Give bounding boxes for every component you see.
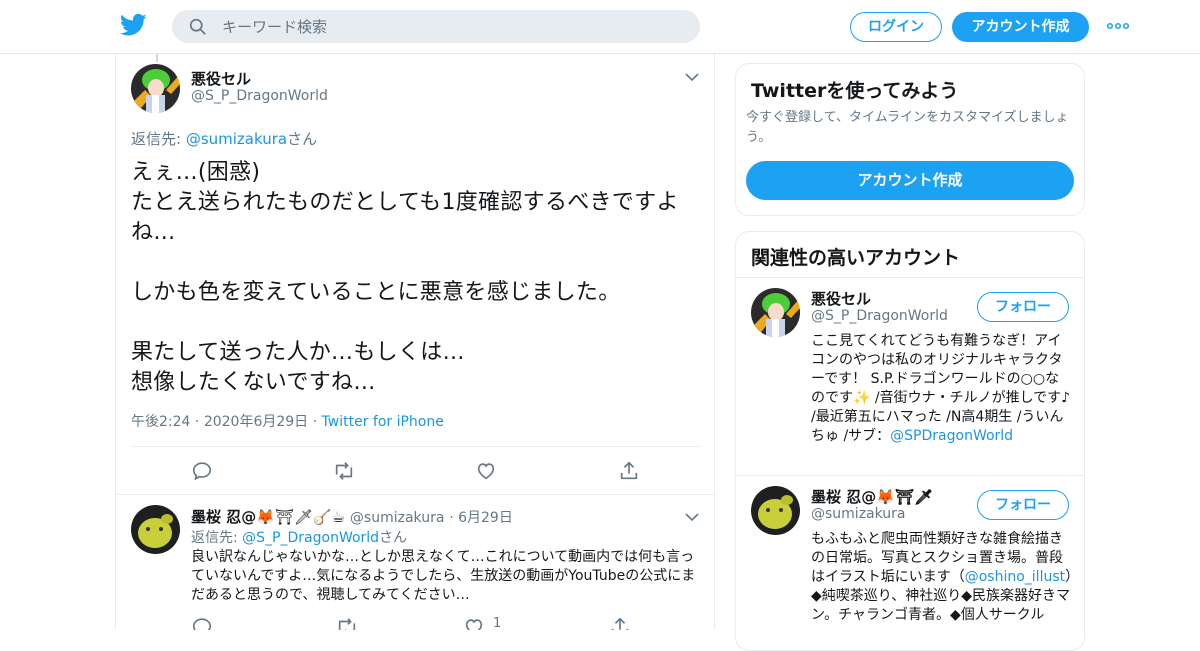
reply-date[interactable]: 6月29日 xyxy=(458,510,513,526)
divider xyxy=(131,446,701,447)
search-input[interactable] xyxy=(222,10,682,43)
tweet-meta: 午後2:24 · 2020年6月29日 · Twitter for iPhone xyxy=(131,414,444,430)
like-icon[interactable] xyxy=(463,616,485,630)
promo-description: 今すぐ登録して、タイムラインをカスタマイズしましょう。 xyxy=(746,110,1069,145)
reply-to-link[interactable]: @sumizakura xyxy=(186,130,287,148)
avatar[interactable] xyxy=(751,486,800,535)
account-bio: ここ見てくれてどうも有難うなぎ！アイコンのやつは私のオリジナルキャラクターです！… xyxy=(811,332,1073,446)
reply-icon[interactable] xyxy=(191,460,213,482)
account-name[interactable]: 墨桜 忍@🦊⛩🗡 xyxy=(811,486,933,507)
twitter-bird-icon[interactable] xyxy=(120,13,147,37)
reply-icon[interactable] xyxy=(191,616,213,630)
tweet-source-link[interactable]: Twitter for iPhone xyxy=(322,414,444,430)
signup-button[interactable]: アカウント作成 xyxy=(952,12,1089,42)
signup-promo-card: Twitterを使ってみよう 今すぐ登録して、タイムラインをカスタマイズしましょ… xyxy=(735,63,1085,216)
reply-actions: 1 xyxy=(191,616,651,630)
search-icon xyxy=(189,18,206,35)
bio-link[interactable]: @SPDragonWorld xyxy=(890,428,1013,444)
more-icon[interactable] xyxy=(1107,21,1129,31)
search-box[interactable] xyxy=(172,10,700,43)
follow-button[interactable]: フォロー xyxy=(977,490,1069,520)
like-count: 1 xyxy=(493,616,502,630)
sparkles-emoji: ✨ xyxy=(853,390,871,406)
reply-author-handle[interactable]: @sumizakura xyxy=(350,510,445,526)
retweet-icon[interactable] xyxy=(333,460,355,482)
reply-text: 良い訳なんじゃないかな…としか思えなくて…これについて動画内では何も言っていない… xyxy=(191,549,696,603)
related-accounts-card: 関連性の高いアカウント 悪役セル @S_P_DragonWorld フォロー こ… xyxy=(735,231,1085,651)
avatar[interactable] xyxy=(751,288,800,337)
reply-author-name[interactable]: 墨桜 忍@ xyxy=(191,508,256,526)
reply-suffix: さん xyxy=(287,130,318,148)
related-account[interactable]: 墨桜 忍@🦊⛩🗡 @sumizakura フォロー もふもふと爬虫両性類好きな雑… xyxy=(736,476,1084,650)
tweet-time[interactable]: 午後2:24 xyxy=(131,414,190,430)
timeline-column: 悪役セル @S_P_DragonWorld 返信先: @sumizakuraさん… xyxy=(115,54,715,630)
reply-context: 返信先: @sumizakuraさん xyxy=(131,128,317,149)
chevron-down-icon[interactable] xyxy=(685,512,699,522)
reply-suffix: さん xyxy=(379,530,408,546)
account-handle[interactable]: @sumizakura xyxy=(811,506,906,522)
follow-button[interactable]: フォロー xyxy=(977,292,1069,322)
reply-prefix: 返信先: xyxy=(191,530,243,546)
promo-title: Twitterを使ってみよう xyxy=(751,80,959,102)
share-icon[interactable] xyxy=(609,616,631,630)
account-handle[interactable]: @S_P_DragonWorld xyxy=(811,308,948,324)
related-title: 関連性の高いアカウント xyxy=(751,247,961,269)
login-button[interactable]: ログイン xyxy=(850,12,942,42)
like-icon[interactable] xyxy=(475,460,497,482)
avatar[interactable] xyxy=(131,505,180,554)
tweet-text: えぇ…(困惑) たとえ送られたものだとしても1度確認するべきですよね… しかも色… xyxy=(131,160,679,395)
related-account[interactable]: 悪役セル @S_P_DragonWorld フォロー ここ見てくれてどうも有難う… xyxy=(736,278,1084,475)
tweet-author-handle[interactable]: @S_P_DragonWorld xyxy=(191,88,328,104)
bio-link[interactable]: @oshino_illust xyxy=(965,569,1065,585)
reply-to-link[interactable]: @S_P_DragonWorld xyxy=(242,530,379,546)
reply-header: 墨桜 忍@🦊⛩🗡🪕☕ @sumizakura · 6月29日 xyxy=(191,508,513,526)
top-bar: ログイン アカウント作成 xyxy=(0,0,1200,54)
chevron-down-icon[interactable] xyxy=(685,72,699,82)
reply-prefix: 返信先: xyxy=(131,130,186,148)
reply-context: 返信先: @S_P_DragonWorldさん xyxy=(191,527,407,547)
tweet-date[interactable]: 2020年6月29日 xyxy=(204,414,308,430)
tweet-actions xyxy=(191,460,651,482)
avatar[interactable] xyxy=(131,64,180,113)
account-name-text: 墨桜 忍@ xyxy=(811,488,877,506)
account-bio: もふもふと爬虫両性類好きな雑食絵描きの日常垢。写真とスクショ置き場。普段はイラス… xyxy=(811,530,1073,625)
retweet-icon[interactable] xyxy=(336,616,358,630)
reply-tweet[interactable]: 墨桜 忍@🦊⛩🗡🪕☕ @sumizakura · 6月29日 返信先: @S_P… xyxy=(116,495,714,630)
tweet-author-name[interactable]: 悪役セル xyxy=(191,68,251,89)
share-icon[interactable] xyxy=(618,460,640,482)
name-emoji: 🦊⛩🗡🪕☕ xyxy=(256,508,346,526)
thread-line xyxy=(156,54,158,62)
promo-signup-button[interactable]: アカウント作成 xyxy=(746,161,1074,200)
account-name[interactable]: 悪役セル xyxy=(811,288,871,309)
name-emoji: 🦊⛩🗡 xyxy=(876,488,933,506)
